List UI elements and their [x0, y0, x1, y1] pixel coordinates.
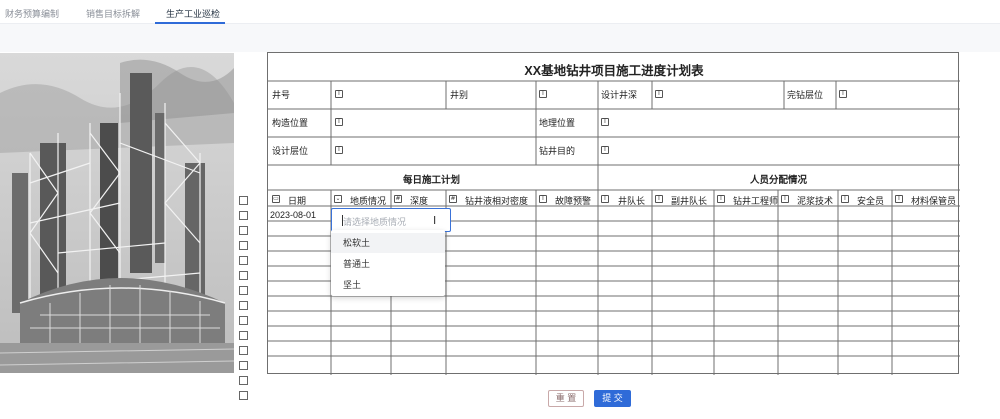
- row-checkbox[interactable]: [239, 256, 248, 265]
- label-drilling-purpose: 钻井目的: [539, 146, 576, 156]
- text-field-icon: T: [655, 195, 663, 203]
- row-checkbox[interactable]: [239, 226, 248, 235]
- label-design-layer: 设计层位: [272, 146, 309, 156]
- section-daily-plan: 每日施工计划: [403, 175, 461, 186]
- text-field-icon: T: [601, 195, 609, 203]
- submit-button[interactable]: 提 交: [594, 390, 631, 407]
- option-soft-soil[interactable]: 松软土: [331, 233, 445, 253]
- col-material-keeper: 材料保管员: [911, 196, 957, 206]
- form-title: XX基地钻井项目施工进度计划表: [524, 64, 704, 78]
- text-field-icon[interactable]: T: [655, 90, 663, 98]
- col-geology: 地质情况: [350, 196, 387, 206]
- col-fault-warning: 故障预警: [555, 196, 592, 206]
- col-drilling-engineer: 钻井工程师: [733, 196, 779, 206]
- tab-bar: 财务预算编制 销售目标拆解 生产工业巡检: [0, 0, 1000, 24]
- row-checkbox[interactable]: [239, 331, 248, 340]
- text-field-icon[interactable]: T: [539, 90, 547, 98]
- row-checkbox[interactable]: [239, 286, 248, 295]
- col-depth: 深度: [410, 196, 429, 206]
- text-field-icon[interactable]: T: [335, 118, 343, 126]
- tab-inspection[interactable]: 生产工业巡检: [166, 7, 220, 20]
- label-structure-position: 构造位置: [272, 118, 309, 128]
- row-checkbox[interactable]: [239, 241, 248, 250]
- tab-budget[interactable]: 财务预算编制: [5, 7, 59, 20]
- row-checkbox[interactable]: [239, 271, 248, 280]
- calendar-icon: ▭: [272, 195, 280, 203]
- row-checkbox[interactable]: [239, 391, 248, 400]
- text-field-icon[interactable]: T: [601, 146, 609, 154]
- number-icon: #: [449, 195, 457, 203]
- text-field-icon[interactable]: T: [601, 118, 609, 126]
- row-checkbox[interactable]: [239, 376, 248, 385]
- text-field-icon: T: [717, 195, 725, 203]
- option-normal-soil[interactable]: 普通土: [331, 254, 445, 274]
- text-field-icon: T: [781, 195, 789, 203]
- text-field-icon[interactable]: T: [335, 146, 343, 154]
- col-date: 日期: [288, 196, 307, 206]
- section-staffing: 人员分配情况: [750, 175, 808, 186]
- select-all-checkbox[interactable]: [239, 196, 248, 205]
- col-mud-density: 钻井液相对密度: [465, 196, 529, 206]
- row-checkbox[interactable]: [239, 346, 248, 355]
- row-date-value[interactable]: 2023-08-01: [270, 210, 316, 220]
- label-well-no: 井号: [272, 90, 291, 100]
- industrial-plant-photo: [0, 53, 234, 373]
- label-design-depth: 设计井深: [601, 90, 638, 100]
- col-team-leader: 井队长: [618, 196, 646, 206]
- label-completion-layer: 完钻层位: [787, 90, 824, 100]
- text-field-icon: T: [841, 195, 849, 203]
- option-hard-soil[interactable]: 坚土: [331, 275, 445, 295]
- reset-button[interactable]: 重 置: [548, 390, 584, 407]
- col-mud-tech: 泥浆技术: [797, 196, 834, 206]
- header-band: [0, 24, 1000, 52]
- text-field-icon[interactable]: T: [839, 90, 847, 98]
- dropdown-icon: ⌄: [334, 195, 342, 203]
- number-icon: #: [394, 195, 402, 203]
- text-cursor-icon: I: [433, 214, 437, 227]
- geology-select[interactable]: 请选择地质情况 I: [331, 208, 451, 232]
- col-deputy-leader: 副井队长: [671, 196, 708, 206]
- text-field-icon: T: [539, 195, 547, 203]
- tab-sales[interactable]: 销售目标拆解: [86, 7, 140, 20]
- text-field-icon[interactable]: T: [335, 90, 343, 98]
- label-geo-position: 地理位置: [539, 118, 576, 128]
- geology-options-menu: 松软土 普通土 坚土: [331, 230, 445, 296]
- geology-select-placeholder: 请选择地质情况: [343, 217, 407, 227]
- text-field-icon: T: [895, 195, 903, 203]
- label-well-type: 井别: [450, 90, 469, 100]
- row-checkbox[interactable]: [239, 361, 248, 370]
- row-checkbox[interactable]: [239, 211, 248, 220]
- col-safety-officer: 安全员: [857, 196, 885, 206]
- row-checkbox[interactable]: [239, 316, 248, 325]
- row-checkbox[interactable]: [239, 301, 248, 310]
